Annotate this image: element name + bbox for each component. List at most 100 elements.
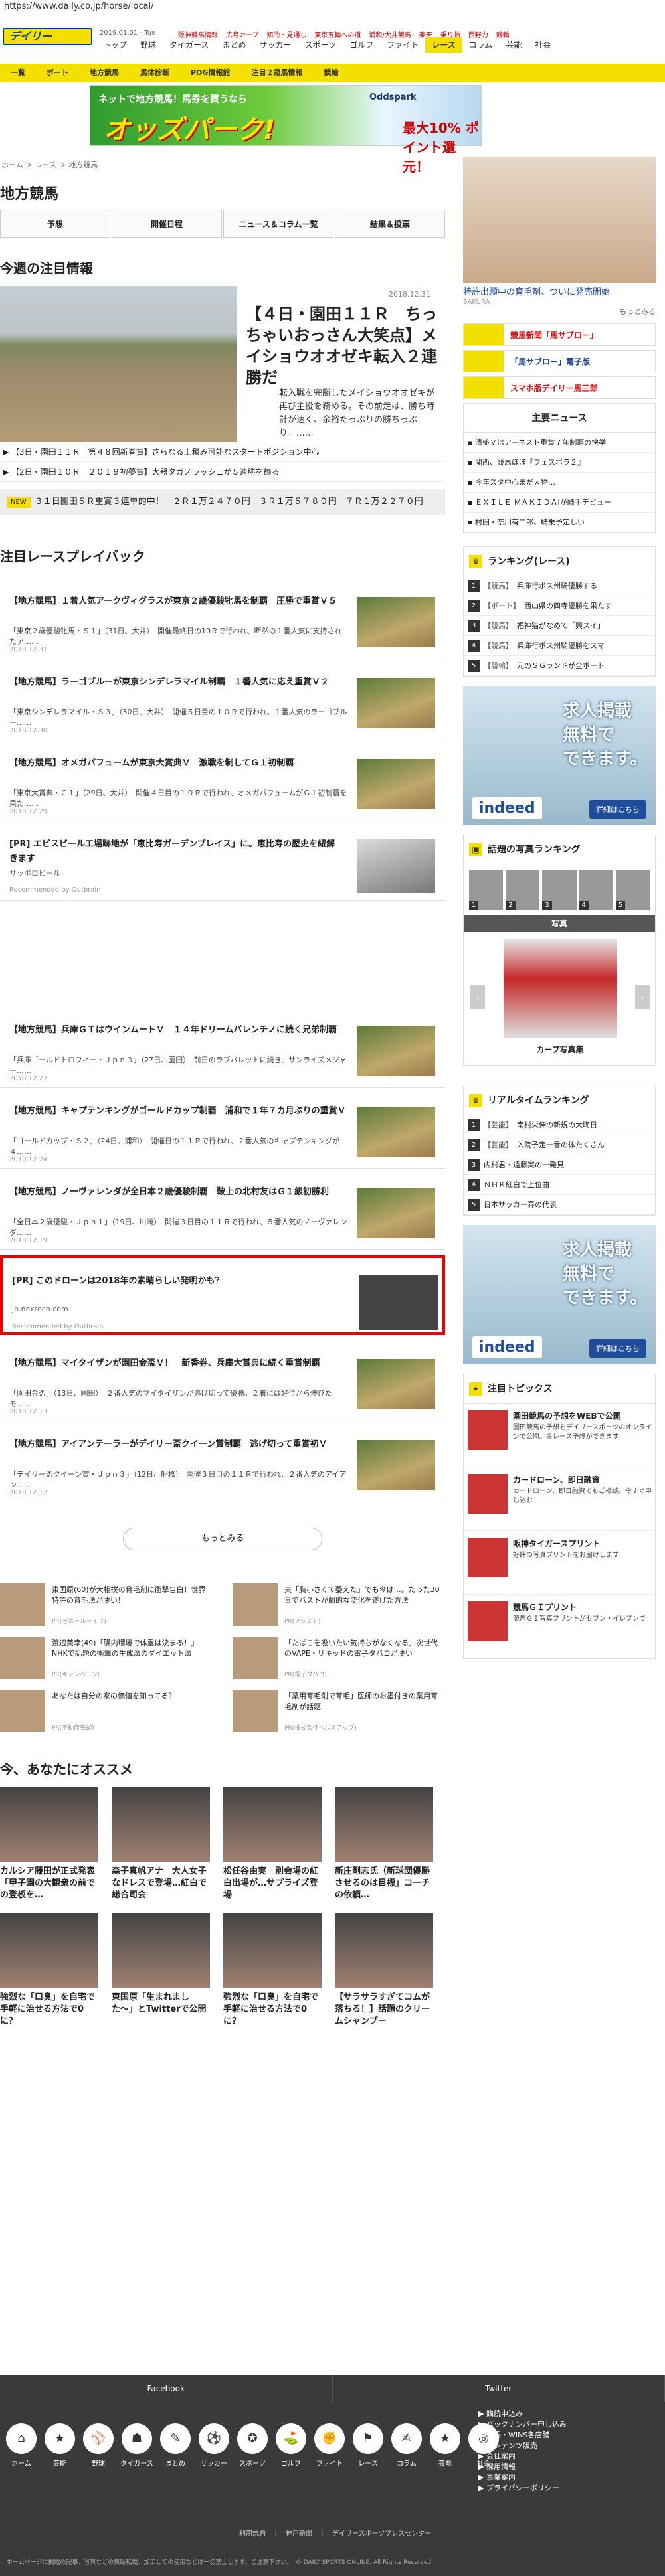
footer-link[interactable]: ▶ 会社案内: [478, 2451, 567, 2462]
osusume-item[interactable]: 【サラサラすぎてコムが落ちる！】話題のクリームシャンプー: [335, 1913, 433, 2028]
pr-article-2[interactable]: [PR] このドローンは2018年の素晴らしい発明かも？ jp.nextech.…: [0, 1255, 445, 1335]
osusume-thumbnail[interactable]: [335, 1787, 433, 1862]
topic-title[interactable]: 阪神タイガースプリント: [513, 1538, 600, 1549]
news-item[interactable]: ▪ ＥＸＩＬＥ ＭＡＫＩＤＡIが騎手デビュー: [464, 493, 655, 513]
footer-nav-サッカー[interactable]: ⚽ サッカー: [197, 2423, 231, 2468]
article-title[interactable]: 【地方競馬】ノーヴァレンダが全日本２歳優駿制覇 鞍上の北村友はＧ１級初勝利: [9, 1185, 348, 1200]
footer-link[interactable]: ▶ プライバシーポリシー: [478, 2483, 567, 2494]
next-arrow-icon[interactable]: ›: [635, 985, 650, 1009]
footer-nav-スポーツ[interactable]: ✪ スポーツ: [235, 2423, 270, 2468]
osusume-thumbnail[interactable]: [223, 1913, 322, 1988]
featured-bullet-link[interactable]: ▶ 【3日・園田１１Ｒ 第４８回新春賞】さらなる上積み可能なスタートポジション中…: [0, 442, 445, 462]
subnav-item[interactable]: 注目２歳馬情報: [240, 64, 313, 82]
job-ad-1[interactable]: 求人掲載 無料で できます。 indeed 詳細はこちら: [463, 686, 656, 825]
nav-item-芸能[interactable]: 芸能: [499, 37, 528, 53]
outbrain-credit[interactable]: Recommended by Outbrain: [9, 886, 101, 894]
nav-item-コラム[interactable]: コラム: [462, 37, 500, 53]
article-title[interactable]: 【地方競馬】ラーゴブルーが東京シンデレラマイル制覇 １番人気に応え重賞Ｖ２: [9, 675, 348, 690]
featured-headline[interactable]: 【４日・園田１１Ｒ ちっちゃいおっさん大笑点】メイショウオオゼキ転入２連勝だ: [246, 303, 438, 388]
article-thumbnail[interactable]: [357, 1440, 435, 1490]
ranking-row[interactable]: 1 【競馬】 兵庫行ポス州騎優勝する: [464, 576, 655, 596]
featured-bullet-link[interactable]: ▶ 【2日・園田１０Ｒ ２０１９初夢賞】大器タガノラッシュが５連勝を飾る: [0, 462, 445, 482]
article-thumbnail[interactable]: [357, 678, 435, 728]
subnav-item[interactable]: 一覧: [0, 64, 36, 82]
article-title[interactable]: 【地方競馬】１着人気アークヴィグラスが東京２歳優駿牝馬を制覇 圧勝で重賞Ｖ５: [9, 594, 348, 609]
photo-rank-item[interactable]: 5: [615, 870, 650, 910]
topic-title[interactable]: 園田競馬の予想をWEBで公開: [513, 1410, 621, 1421]
osusume-item[interactable]: 松任谷由実 別会場の紅白出場が…サプライズ登場: [223, 1787, 322, 1901]
promo-banner[interactable]: 「馬サブロー」電子版: [463, 350, 656, 372]
recommend-text[interactable]: 渡辺美幸(49)「腸内環境で体重は決まる！」NHKで話題の衝撃の生成法のダイエッ…: [52, 1638, 210, 1659]
footer-link[interactable]: ▶ コンテンツ販売: [478, 2441, 567, 2451]
photo-rank-item[interactable]: 3: [542, 870, 577, 910]
recommend-item[interactable]: 渡辺美幸(49)「腸内環境で体重は決まる！」NHKで話題の衝撃の生成法のダイエッ…: [0, 1637, 213, 1679]
recommend-thumbnail[interactable]: [233, 1690, 278, 1732]
tab-結果＆投票[interactable]: 結果＆投票: [335, 210, 445, 238]
osusume-title[interactable]: 【サラサラすぎてコムが落ちる！】話題のクリームシャンプー: [335, 1992, 433, 2028]
news-item[interactable]: ▪ 清盛Ｖはアーネスト重賞７年制覇の快挙: [464, 433, 655, 453]
sidebar-ad-more[interactable]: もっとみる: [463, 306, 656, 317]
footer-nav-ホーム[interactable]: ⌂ ホーム: [4, 2423, 39, 2468]
footer-nav-芸能[interactable]: ★ 芸能: [43, 2423, 77, 2468]
pr-title[interactable]: [PR] このドローンは2018年の素晴らしい発明かも？: [12, 1274, 344, 1289]
article-thumbnail[interactable]: [357, 1107, 435, 1157]
job-ad-cta[interactable]: 詳細はこちら: [589, 1339, 646, 1358]
subnav-item[interactable]: ボート: [36, 64, 79, 82]
recommend-thumbnail[interactable]: [0, 1583, 45, 1626]
footer-link[interactable]: ▶ 採用情報: [478, 2462, 567, 2472]
topic-title[interactable]: 競馬ＧＩプリント: [513, 1601, 577, 1613]
playback-article[interactable]: 【地方競馬】ラーゴブルーが東京シンデレラマイル制覇 １番人気に応え重賞Ｖ２ 「東京…: [0, 659, 445, 740]
osusume-thumbnail[interactable]: [335, 1913, 433, 1988]
footer-bar[interactable]: 利用規約 ｜ 神戸新聞 ｜ デイリースポーツプレスセンター: [0, 2522, 665, 2545]
footer-nav-タイガース[interactable]: ☗ タイガース: [120, 2423, 154, 2468]
topic-thumbnail[interactable]: [468, 1538, 508, 1577]
ranking-row[interactable]: 4 【競馬】 兵庫行ポス州騎優勝をスマ: [464, 636, 655, 656]
subnav-item[interactable]: 馬体診断: [130, 64, 180, 82]
osusume-title[interactable]: 東国原「生まれました〜」とTwitterで公開: [112, 1992, 210, 2016]
nav-item-スポーツ[interactable]: スポーツ: [298, 37, 343, 53]
recommend-thumbnail[interactable]: [0, 1637, 45, 1679]
pr-thumbnail[interactable]: [357, 839, 435, 893]
playback-article[interactable]: 【地方競馬】兵庫ＧＴはウインムートＶ １４年ドリームバレンチノに続く兄弟制覇 「兵…: [0, 1007, 445, 1088]
footer-nav-野球[interactable]: ⚾ 野球: [81, 2423, 116, 2468]
article-title[interactable]: 【地方競馬】キャプテンキングがゴールドカップ制覇 浦和で１年７カ月ぶりの重賞Ｖ: [9, 1104, 348, 1119]
news-item[interactable]: ▪ 関西、競馬ほぼ『フェスポラ２』: [464, 453, 655, 473]
twitter-share-button[interactable]: Twitter: [333, 2375, 665, 2402]
pr-article-1[interactable]: [PR] エビスビール工場跡地が「恵比寿ガーデンプレイス」に。恵比寿の歴史を紐解…: [0, 821, 445, 901]
footer-link[interactable]: ▶ 競馬・WINS各店舗: [478, 2430, 567, 2441]
topic-item[interactable]: 競馬ＧＩプリント 競馬ＧＩ写真プリントがセブン・イレブンで: [464, 1595, 655, 1658]
rank-text[interactable]: 入院予定一番の体たくさん: [517, 1135, 605, 1155]
osusume-item[interactable]: 新庄剛志氏（新球団優勝させるのは目標」コーチの依頼…: [335, 1787, 433, 1901]
article-thumbnail[interactable]: [357, 1026, 435, 1076]
article-thumbnail[interactable]: [357, 1359, 435, 1409]
topic-thumbnail[interactable]: [468, 1410, 508, 1450]
nav-item-社会[interactable]: 社会: [528, 37, 557, 53]
recommend-text[interactable]: 「薬用育毛剤で育毛」医師のお墨付きの薬用育毛剤が話題: [284, 1691, 442, 1712]
promo-banner[interactable]: 競馬新聞「馬サブロー」: [463, 323, 656, 346]
recommend-text[interactable]: あなたは自分の家の価値を知ってる？: [52, 1691, 210, 1702]
news-item[interactable]: ▪ 今年スタ中心まだ大物…: [464, 473, 655, 493]
osusume-item[interactable]: 強烈な「口臭」を自宅で手軽に治せる方法で0に？: [0, 1913, 98, 2028]
ranking-row[interactable]: 5 日本サッカー界の代表: [464, 1195, 655, 1215]
topic-item[interactable]: 阪神タイガースプリント 好評の写真プリントをお届けします: [464, 1531, 655, 1595]
rank-text[interactable]: ＮＨＫ紅白で上位曲: [484, 1175, 549, 1194]
osusume-thumbnail[interactable]: [112, 1913, 210, 1988]
footer-nav-芸能[interactable]: ★ 芸能: [428, 2423, 462, 2468]
osusume-item[interactable]: カルシア藤田が正式発表「甲子園の大観衆の前での登板を…: [0, 1787, 98, 1901]
nav-item-レース[interactable]: レース: [425, 37, 462, 53]
sidebar-ad-photo[interactable]: [463, 157, 656, 283]
recommend-item[interactable]: 夫「胸小さくて萎えた」でも今は…。たった30日でバストが劇的な変化を遂げた方法 P…: [233, 1583, 445, 1626]
article-title[interactable]: 【地方競馬】兵庫ＧＴはウインムートＶ １４年ドリームバレンチノに続く兄弟制覇: [9, 1023, 348, 1038]
topic-thumbnail[interactable]: [468, 1601, 508, 1641]
photo-slide[interactable]: [504, 939, 617, 1038]
site-logo[interactable]: デイリー: [3, 28, 92, 45]
recommend-text[interactable]: 夫「胸小さくて萎えた」でも今は…。たった30日でバストが劇的な変化を遂げた方法: [284, 1585, 442, 1606]
osusume-title[interactable]: 森子真帆アナ 大人女子なドレスで登場…紅白で総合司会: [112, 1866, 210, 1901]
featured-article[interactable]: 2018.12.31 【４日・園田１１Ｒ ちっちゃいおっさん大笑点】メイショウオ…: [0, 286, 445, 442]
osusume-item[interactable]: 東国原「生まれました〜」とTwitterで公開: [112, 1913, 210, 2028]
rank-text[interactable]: 南村栄伸の新規の大晦日: [517, 1115, 597, 1135]
playback-article[interactable]: 【地方競馬】アイアンテーラーがデイリー盃クイーン賞制覇 逃げ切って重賞初Ｖ 「デイ…: [0, 1421, 445, 1502]
recommend-item[interactable]: あなたは自分の家の価値を知ってる？ PR(不動産売却): [0, 1690, 213, 1732]
footer-nav-レース[interactable]: ⚑ レース: [351, 2423, 385, 2468]
footer-nav-ファイト[interactable]: ✊ ファイト: [312, 2423, 347, 2468]
